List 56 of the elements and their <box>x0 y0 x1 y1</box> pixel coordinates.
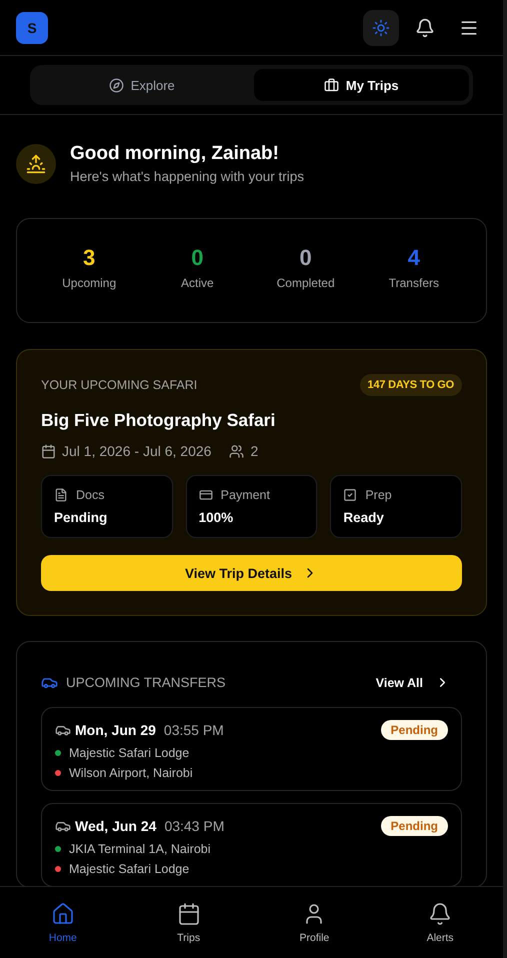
stat-value: 4 <box>408 245 420 271</box>
transfer-date: Mon, Jun 29 <box>75 722 156 738</box>
status-badge: Pending <box>380 720 448 740</box>
stat-value: 3 <box>83 245 96 271</box>
tile-label: Payment <box>220 488 270 502</box>
people-icon <box>229 444 244 458</box>
tab[interactable]: Explore <box>34 69 250 101</box>
calendar-icon <box>41 444 56 458</box>
tile-label: Docs <box>76 488 104 502</box>
stat-label: Transfers <box>388 276 439 290</box>
stat-label: Active <box>181 276 214 290</box>
trip-title: Big Five Photography Safari <box>41 410 276 431</box>
app-logo: S <box>16 12 48 44</box>
document-icon <box>54 488 68 502</box>
tile-label: Prep <box>365 488 392 502</box>
section-label: YOUR UPCOMING SAFARI <box>41 378 198 392</box>
transfer-time: 03:43 PM <box>164 818 224 834</box>
stop-name: Wilson Airport, Nairobi <box>69 766 193 780</box>
stop-name: Majestic Safari Lodge <box>69 746 190 760</box>
tile-value: Pending <box>54 510 108 525</box>
stat-label: Completed <box>276 276 335 290</box>
transfer-date: Wed, Jun 24 <box>75 818 156 834</box>
stat-value: 0 <box>191 245 204 271</box>
tile-value: 100% <box>198 510 234 525</box>
trip-dates: Jul 1, 2026 - Jul 6, 2026 <box>62 443 212 459</box>
stop-name: JKIA Terminal 1A, Nairobi <box>69 842 210 856</box>
stat-value: 0 <box>300 245 312 271</box>
status-badge: Pending <box>380 816 448 836</box>
transfer-time: 03:55 PM <box>164 722 224 738</box>
nav-item[interactable]: Trips <box>126 887 252 958</box>
theme-toggle[interactable] <box>363 10 399 46</box>
compass-icon <box>108 78 124 92</box>
stat-label: Upcoming <box>62 276 116 290</box>
bell-icon <box>415 18 435 38</box>
sun-icon <box>372 18 390 36</box>
sunrise-icon <box>26 154 46 174</box>
checkbox-icon <box>343 488 358 502</box>
nav-item[interactable]: Profile <box>252 887 378 958</box>
credit-card-icon <box>198 488 213 502</box>
calendar-icon <box>176 902 201 926</box>
nav-item[interactable]: Alerts <box>377 887 503 958</box>
home-icon <box>50 902 75 926</box>
bell-icon <box>428 902 452 926</box>
greeting-title: Good morning, Zainab! <box>70 143 280 165</box>
transfer-card[interactable]: Mon, Jun 29 03:55 PM Pending Majestic Safari Lodge Wilson Airport, Nairobi <box>41 707 462 791</box>
view-all-link[interactable]: View All <box>376 675 450 690</box>
briefcase-icon <box>324 78 339 92</box>
greeting-subtitle: Here's what's happening with your trips <box>70 169 304 184</box>
view-details-button[interactable]: View Trip Details <box>41 555 462 591</box>
tile-value: Ready <box>343 510 385 525</box>
guest-count: 2 <box>250 443 258 459</box>
nav-item[interactable]: Home <box>0 887 126 958</box>
section-title: UPCOMING TRANSFERS <box>66 675 226 690</box>
countdown-badge: 147 DAYS TO GO <box>360 374 462 396</box>
tab[interactable]: My Trips <box>254 69 469 101</box>
stop-name: Majestic Safari Lodge <box>69 862 190 876</box>
